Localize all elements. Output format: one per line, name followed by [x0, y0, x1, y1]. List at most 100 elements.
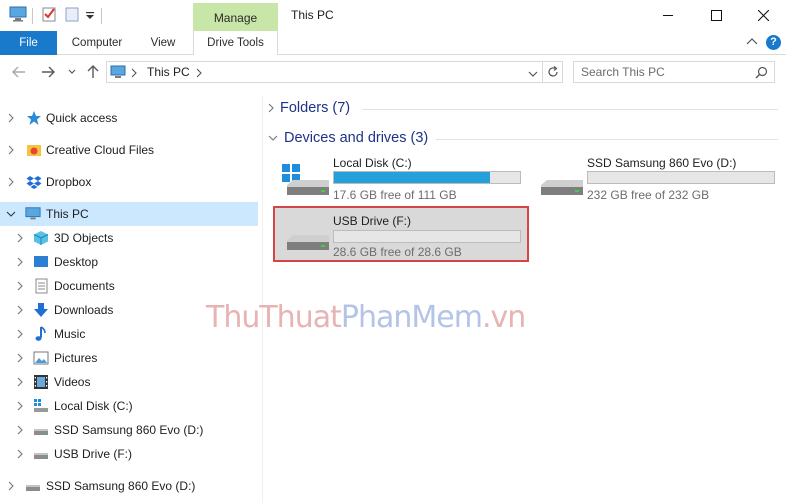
recent-locations-button[interactable] — [64, 64, 80, 80]
ribbon-tab-bar: File Computer View Drive Tools ? — [0, 31, 786, 55]
star-icon — [27, 111, 41, 125]
chevron-right-icon — [17, 233, 23, 243]
nav-item-usb-f[interactable]: USB Drive (F:) — [0, 442, 258, 466]
maximize-icon — [710, 9, 722, 21]
nav-item-label: Pictures — [54, 351, 98, 365]
chevron-right-icon — [268, 103, 274, 113]
tab-file[interactable]: File — [0, 31, 57, 55]
nav-item-ssd-d-root[interactable]: SSD Samsung 860 Evo (D:) — [0, 474, 258, 498]
drive-free-space: 232 GB free of 232 GB — [587, 188, 710, 202]
desktop-icon — [34, 256, 48, 267]
chevron-right-icon — [17, 281, 23, 291]
chevron-down-icon — [268, 135, 278, 141]
chevron-right-icon — [17, 305, 23, 315]
quick-access-separator-2 — [101, 8, 102, 24]
nav-item-videos[interactable]: Videos — [0, 370, 258, 394]
chevron-right-icon — [8, 113, 14, 123]
nav-item-label: SSD Samsung 860 Evo (D:) — [54, 423, 204, 437]
chevron-right-icon — [17, 425, 23, 435]
hard-drive-icon — [541, 180, 583, 195]
close-button[interactable] — [740, 0, 786, 30]
nav-item-creative-cloud[interactable]: Creative Cloud Files — [0, 138, 258, 162]
chevron-right-icon — [17, 257, 23, 267]
arrow-right-icon — [42, 66, 55, 78]
tab-view[interactable]: View — [140, 31, 186, 55]
nav-item-label: Documents — [54, 279, 115, 293]
refresh-button[interactable] — [543, 61, 563, 83]
drive-tile-usb-f[interactable]: USB Drive (F:) 28.6 GB free of 28.6 GB — [273, 206, 529, 262]
chevron-right-icon — [17, 353, 23, 363]
chevron-right-icon — [17, 401, 23, 411]
forward-button[interactable] — [40, 64, 56, 80]
breadcrumb-chevron-icon[interactable] — [131, 67, 137, 81]
music-note-icon — [35, 326, 46, 341]
address-input[interactable]: This PC — [106, 61, 543, 83]
system-drive-icon — [34, 399, 48, 412]
drive-usage-bar — [333, 230, 521, 243]
drive-name: USB Drive (F:) — [333, 214, 411, 228]
nav-item-label: Local Disk (C:) — [54, 399, 133, 413]
properties-icon[interactable] — [41, 6, 57, 25]
hard-drive-icon — [26, 485, 40, 491]
address-bar-row: This PC Search This PC — [0, 56, 786, 88]
drive-usage-fill — [334, 172, 491, 183]
group-header-folders[interactable]: Folders (7) — [268, 97, 350, 119]
drive-name: SSD Samsung 860 Evo (D:) — [587, 156, 737, 170]
download-arrow-icon — [34, 303, 48, 317]
watermark: ThuThuatPhanMem.vn — [206, 300, 526, 335]
address-dropdown-icon[interactable] — [528, 67, 538, 81]
nav-item-quick-access[interactable]: Quick access — [0, 106, 258, 130]
nav-item-label: Videos — [54, 375, 91, 389]
minimize-button[interactable] — [645, 0, 691, 30]
refresh-icon — [547, 66, 558, 77]
nav-item-label: Dropbox — [46, 175, 92, 189]
arrow-up-icon — [87, 65, 99, 78]
dropbox-icon — [26, 176, 42, 189]
search-icon[interactable] — [755, 66, 768, 82]
computer-icon — [25, 207, 41, 220]
nav-item-label: Creative Cloud Files — [46, 143, 155, 157]
drive-free-space: 28.6 GB free of 28.6 GB — [333, 245, 462, 259]
pictures-icon — [33, 351, 49, 365]
drive-tile-ssd-d[interactable]: SSD Samsung 860 Evo (D:) 232 GB free of … — [527, 153, 783, 209]
customize-dropdown-icon[interactable] — [85, 10, 95, 24]
tab-computer[interactable]: Computer — [62, 31, 132, 55]
new-folder-icon[interactable] — [64, 6, 80, 25]
back-button[interactable] — [11, 64, 27, 80]
window-title: This PC — [291, 8, 334, 22]
chevron-right-icon — [8, 145, 14, 155]
nav-item-label: 3D Objects — [54, 231, 114, 245]
nav-item-documents[interactable]: Documents — [0, 274, 258, 298]
nav-item-this-pc[interactable]: This PC — [0, 202, 258, 226]
nav-item-3d-objects[interactable]: 3D Objects — [0, 226, 258, 250]
quick-access-separator — [32, 8, 33, 24]
chevron-right-icon — [17, 329, 23, 339]
chevron-down-icon — [6, 211, 16, 217]
nav-item-ssd-d[interactable]: SSD Samsung 860 Evo (D:) — [0, 418, 258, 442]
tab-drive-tools[interactable]: Drive Tools — [193, 31, 278, 55]
system-drive-icon — [282, 164, 329, 195]
nav-item-label: USB Drive (F:) — [54, 447, 132, 461]
nav-item-desktop[interactable]: Desktop — [0, 250, 258, 274]
help-button[interactable]: ? — [766, 35, 781, 50]
nav-item-label: SSD Samsung 860 Evo (D:) — [46, 479, 196, 493]
group-divider — [436, 139, 778, 140]
search-input[interactable]: Search This PC — [573, 61, 775, 83]
chevron-up-icon[interactable] — [746, 36, 758, 50]
up-button[interactable] — [85, 64, 101, 80]
breadcrumb-chevron-icon[interactable] — [196, 67, 202, 81]
film-strip-icon — [34, 375, 48, 389]
computer-icon[interactable] — [9, 6, 27, 25]
maximize-button[interactable] — [693, 0, 739, 30]
group-header-devices[interactable]: Devices and drives (3) — [268, 127, 428, 149]
manage-contextual-tab[interactable]: Manage — [193, 3, 278, 31]
nav-item-dropbox[interactable]: Dropbox — [0, 170, 258, 194]
nav-item-label: This PC — [46, 207, 89, 221]
nav-item-local-disk-c[interactable]: Local Disk (C:) — [0, 394, 258, 418]
drive-tile-local-disk-c[interactable]: Local Disk (C:) 17.6 GB free of 111 GB — [273, 153, 529, 209]
drive-usage-bar — [587, 171, 775, 184]
watermark-part-3: .vn — [481, 300, 526, 335]
nav-item-label: Desktop — [54, 255, 99, 269]
breadcrumb-this-pc[interactable]: This PC — [147, 65, 190, 79]
nav-item-pictures[interactable]: Pictures — [0, 346, 258, 370]
